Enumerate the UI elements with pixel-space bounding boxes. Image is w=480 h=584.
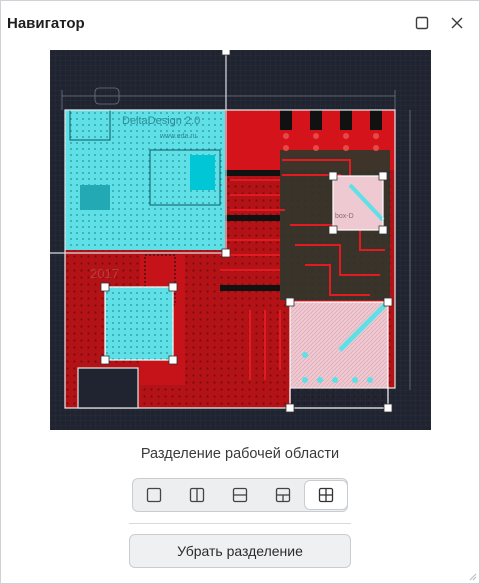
three-way-split-icon <box>275 487 291 503</box>
maximize-button[interactable] <box>413 14 431 32</box>
split-caption: Разделение рабочей области <box>140 446 340 462</box>
divider <box>129 523 351 524</box>
vertical-split-icon <box>189 487 205 503</box>
horizontal-split-icon <box>232 487 248 503</box>
split-vertical-button[interactable] <box>176 481 218 509</box>
maximize-icon <box>415 16 429 30</box>
panel-title: Навигатор <box>7 15 85 32</box>
single-view-icon <box>146 487 162 503</box>
split-horizontal-button[interactable] <box>219 481 261 509</box>
board-label-year: 2017 <box>90 266 119 281</box>
pcb-cyan-layer-topleft: DeltaDesign 2.0 www.eda.ru <box>65 109 225 250</box>
remove-split-button[interactable]: Убрать разделение <box>129 534 351 568</box>
board-label-site: www.eda.ru <box>159 133 197 140</box>
four-way-split-icon <box>318 487 334 503</box>
board-preview[interactable]: DeltaDesign 2.0 www.eda.ru 2017 box-D <box>50 50 431 430</box>
navigator-panel: Навигатор DeltaDesign 2.0 www.eda.ru 201… <box>0 0 480 584</box>
split-single-button[interactable] <box>133 481 175 509</box>
board-preview-svg: DeltaDesign 2.0 www.eda.ru 2017 box-D <box>50 50 431 430</box>
board-label-right: box-D <box>335 213 354 220</box>
split-four-button[interactable] <box>305 481 347 509</box>
close-button[interactable] <box>448 14 466 32</box>
close-icon <box>451 17 463 29</box>
split-three-button[interactable] <box>262 481 304 509</box>
board-label-top: DeltaDesign 2.0 <box>122 115 200 127</box>
resize-grip-icon[interactable] <box>469 573 477 581</box>
split-mode-group <box>132 478 348 512</box>
